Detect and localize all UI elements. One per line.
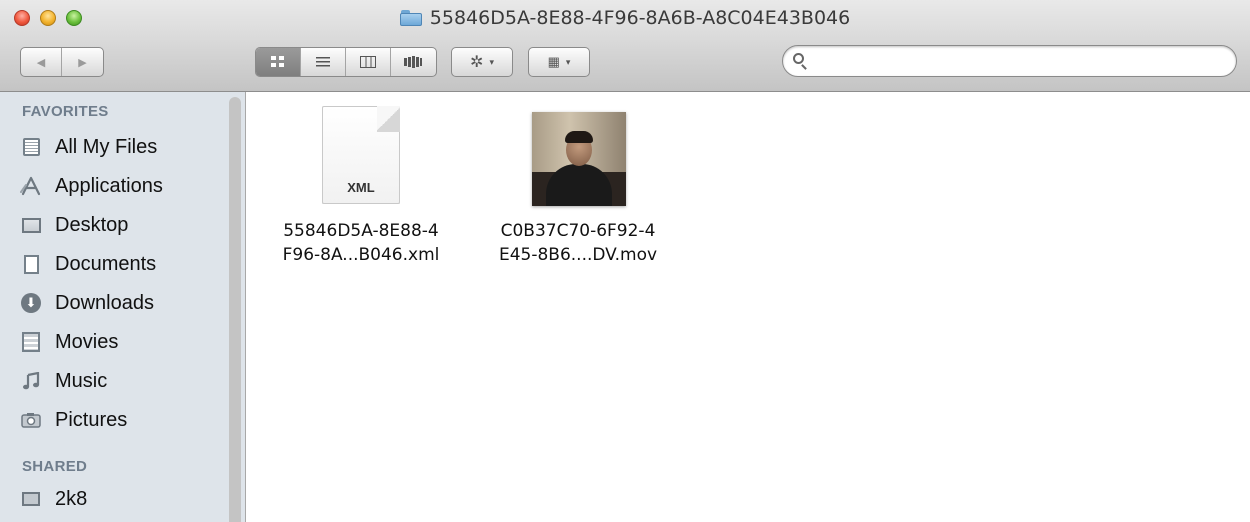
forward-button[interactable]: ▶ — [62, 48, 103, 76]
movies-icon — [20, 331, 42, 353]
documents-icon — [20, 253, 42, 275]
gear-icon: ✲ — [470, 54, 484, 71]
folder-icon — [399, 10, 422, 26]
file-browser: XML 55846D5A-8E88-4 F96-8A...B046.xml C0… — [246, 92, 1250, 522]
file-name: C0B37C70-6F92-4 E45-8B6....DV.mov — [478, 219, 678, 267]
sidebar-item-downloads[interactable]: ⬇ Downloads — [20, 286, 225, 320]
sidebar-item-label: 2k8 — [55, 487, 88, 510]
chevron-down-icon: ▾ — [565, 56, 571, 67]
sidebar-item-label: Music — [55, 369, 108, 392]
sidebar-item-label: Applications — [55, 174, 163, 197]
file-name-line: 55846D5A-8E88-4 — [283, 221, 439, 241]
sidebar-item-label: Pictures — [55, 408, 128, 431]
search-icon — [793, 53, 804, 64]
file-name-line: C0B37C70-6F92-4 — [500, 221, 656, 241]
list-view-button[interactable] — [301, 48, 346, 76]
action-menu-button[interactable]: ✲ ▾ — [451, 47, 513, 77]
sidebar-scrollbar[interactable] — [229, 97, 241, 522]
finder-window: 55846D5A-8E88-4F96-8A6B-A8C04E43B046 ◀ ▶… — [0, 0, 1250, 522]
video-thumbnail — [532, 112, 626, 206]
sidebar-item-all-my-files[interactable]: All My Files — [20, 130, 225, 164]
sidebar-item-documents[interactable]: Documents — [20, 247, 225, 281]
back-button[interactable]: ◀ — [21, 48, 63, 76]
chevron-down-icon: ▾ — [489, 56, 494, 67]
back-arrow-icon: ◀ — [36, 56, 46, 69]
window-title: 55846D5A-8E88-4F96-8A6B-A8C04E43B046 — [0, 7, 1250, 31]
columns-icon — [360, 56, 376, 68]
search-input[interactable] — [813, 51, 1227, 73]
title-toolbar: 55846D5A-8E88-4F96-8A6B-A8C04E43B046 ◀ ▶… — [0, 0, 1250, 92]
coverflow-view-button[interactable] — [391, 48, 436, 76]
sidebar-item-label: Downloads — [55, 291, 154, 314]
sidebar-item-music[interactable]: Music — [20, 364, 225, 398]
page-fold-icon — [377, 106, 400, 132]
view-mode-control — [255, 47, 437, 77]
sidebar-item-pictures[interactable]: Pictures — [20, 403, 225, 437]
sidebar-item-2k8[interactable]: 2k8 — [20, 482, 225, 516]
forward-arrow-icon: ▶ — [78, 56, 87, 69]
grid-icon — [271, 56, 284, 67]
column-view-button[interactable] — [346, 48, 391, 76]
list-icon — [316, 57, 330, 67]
applications-icon — [20, 175, 42, 197]
arrange-icon: ▦ — [547, 54, 560, 69]
back-forward-control: ◀ ▶ — [20, 47, 104, 77]
xml-badge: XML — [347, 180, 375, 195]
sidebar-item-label: All My Files — [55, 135, 158, 158]
downloads-icon: ⬇ — [20, 292, 42, 314]
shared-header: SHARED — [22, 458, 88, 475]
pictures-icon — [20, 409, 42, 431]
file-name-line: E45-8B6....DV.mov — [498, 245, 658, 265]
window-title-text: 55846D5A-8E88-4F96-8A6B-A8C04E43B046 — [429, 7, 851, 29]
sidebar: FAVORITES All My Files Applications Desk… — [0, 92, 246, 522]
sidebar-item-desktop[interactable]: Desktop — [20, 208, 225, 242]
sidebar-item-label: Movies — [55, 330, 119, 353]
icon-view-button[interactable] — [256, 48, 301, 76]
desktop-icon — [20, 214, 42, 236]
sidebar-item-movies[interactable]: Movies — [20, 325, 225, 359]
computer-icon — [20, 488, 42, 510]
music-icon — [20, 370, 42, 392]
favorites-header: FAVORITES — [22, 103, 109, 120]
arrange-menu-button[interactable]: ▦ ▾ — [528, 47, 590, 77]
sidebar-item-label: Desktop — [55, 213, 129, 236]
search-field[interactable] — [782, 45, 1237, 77]
sidebar-item-applications[interactable]: Applications — [20, 169, 225, 203]
coverflow-icon — [404, 56, 423, 68]
file-name: 55846D5A-8E88-4 F96-8A...B046.xml — [261, 219, 461, 267]
all-files-icon — [20, 136, 42, 158]
file-name-line: F96-8A...B046.xml — [282, 245, 440, 265]
sidebar-item-label: Documents — [55, 252, 157, 275]
